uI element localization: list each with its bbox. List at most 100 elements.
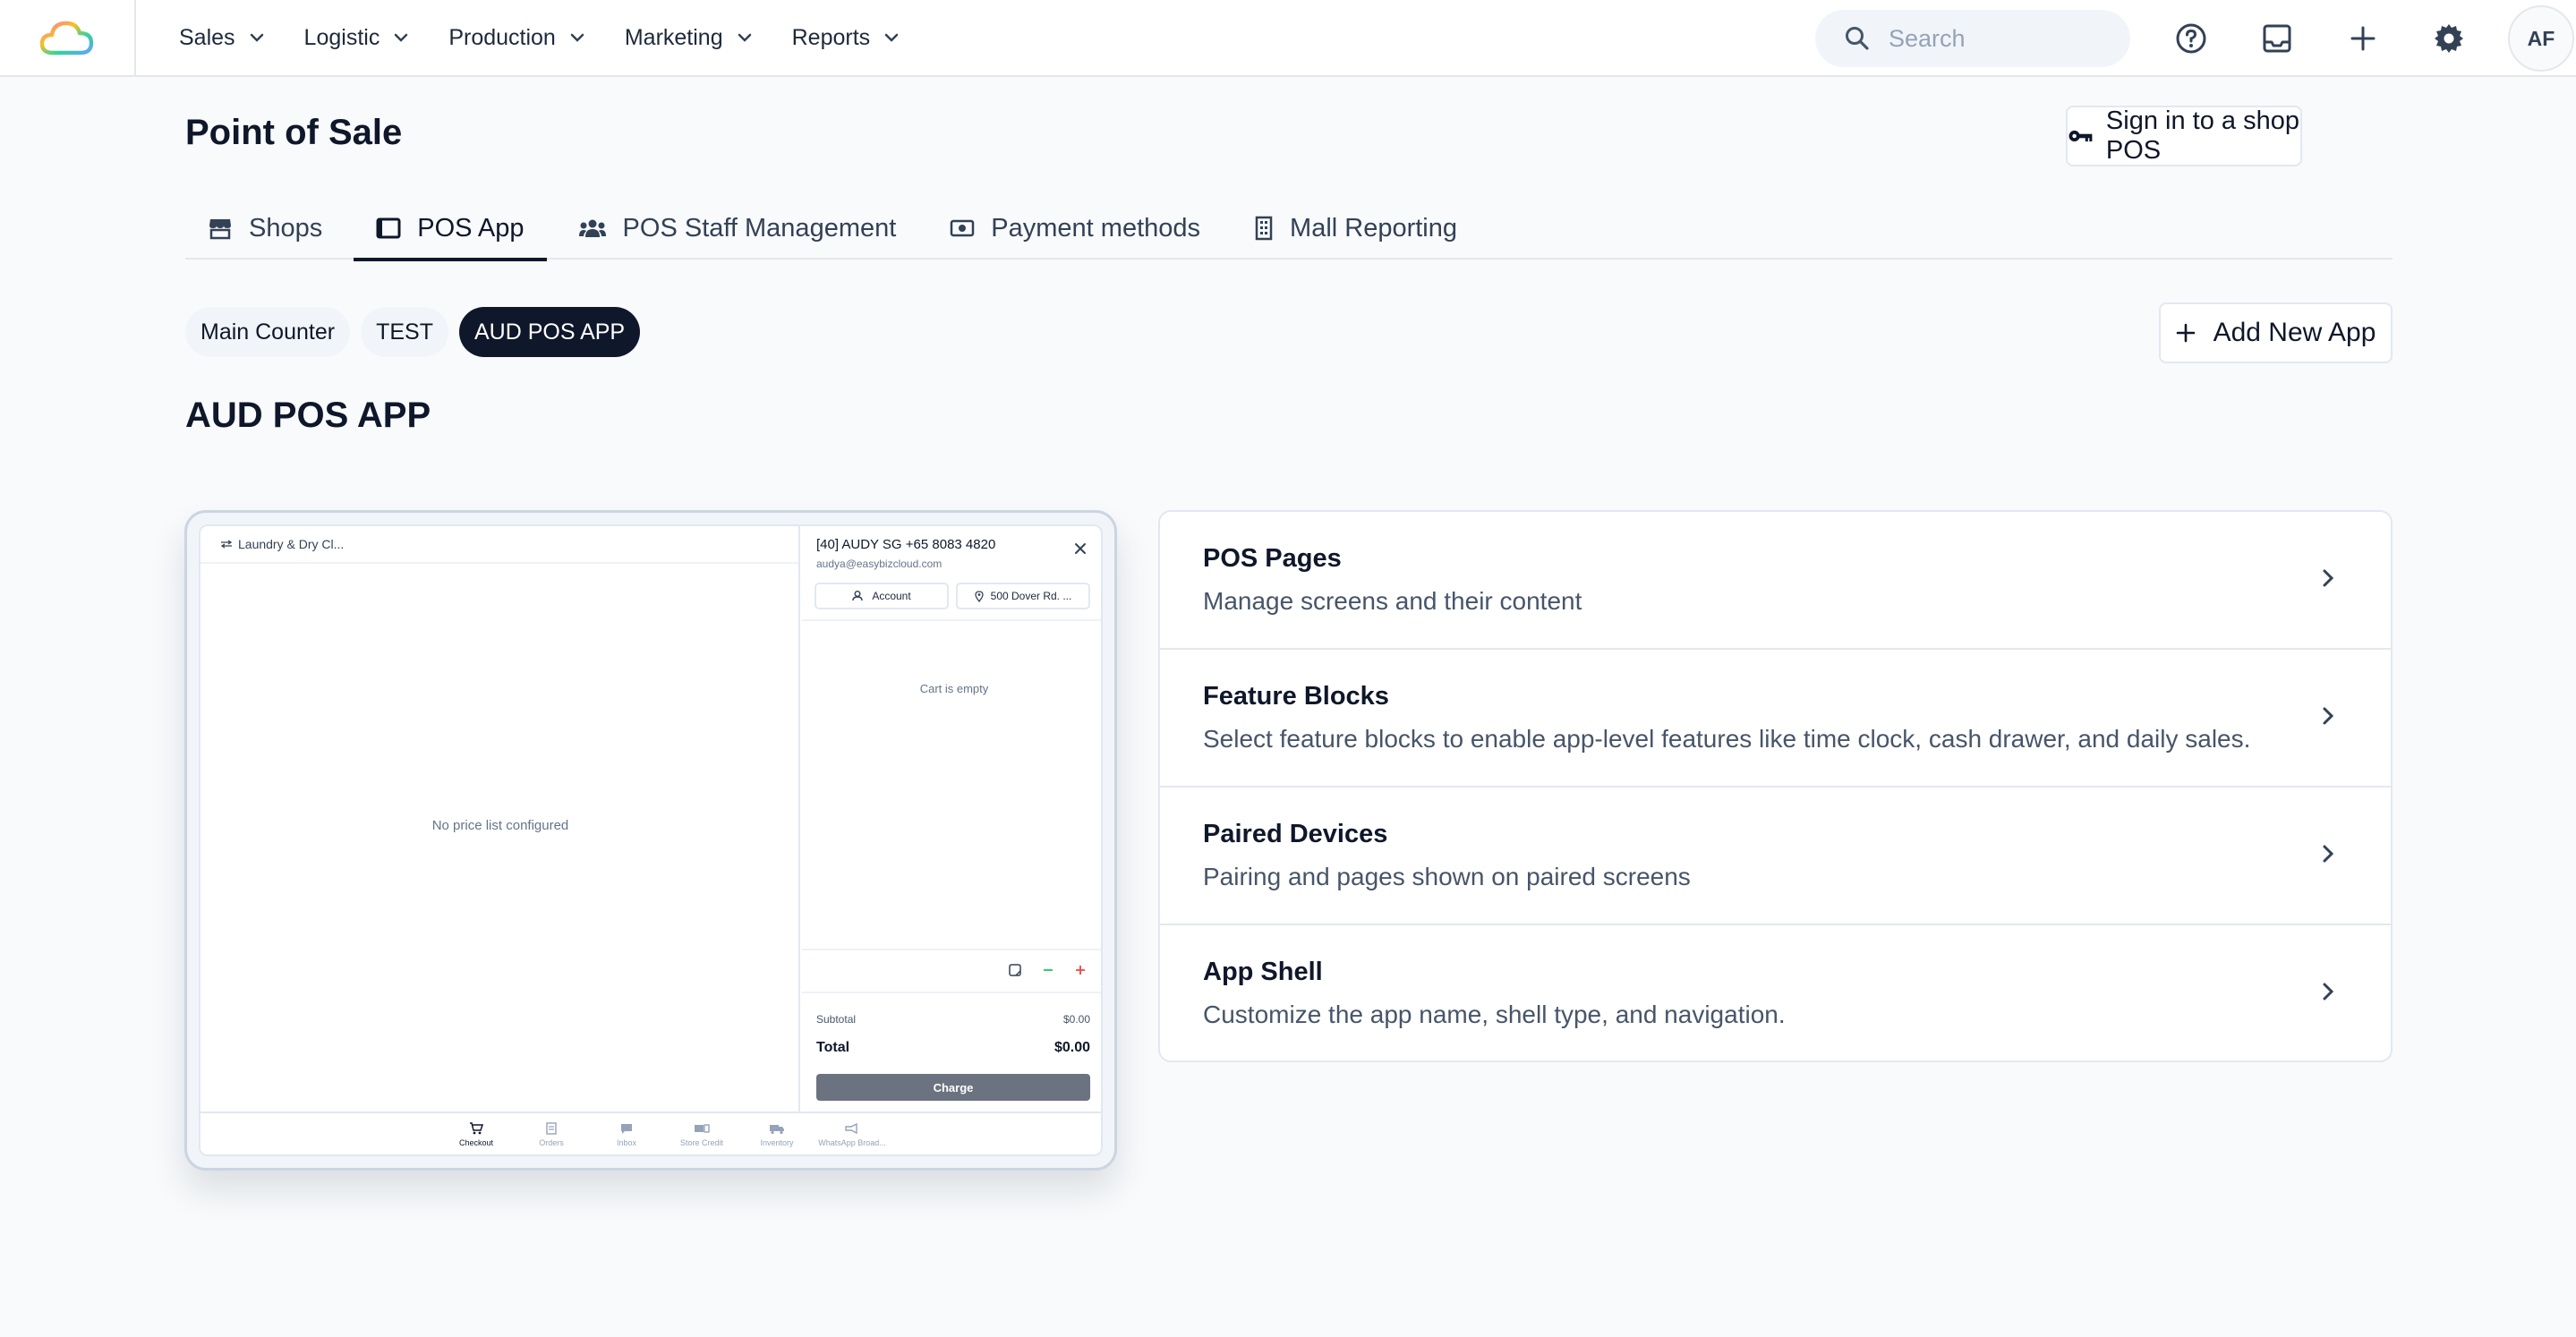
minus-icon[interactable] [1042,964,1054,976]
bottom-nav-label: Orders [539,1138,564,1147]
app-settings-list: POS Pages Manage screens and their conte… [1158,510,2393,1062]
close-icon[interactable] [1074,542,1087,555]
product-panel: Laundry & Dry Cl... No price list config… [200,526,800,1111]
inbox-icon [2263,24,2291,53]
settings-button[interactable] [2422,12,2476,65]
tab-shops[interactable]: Shops [185,197,345,260]
nav-menu-reports[interactable]: Reports [792,25,900,51]
settings-row-paired-devices[interactable]: Paired Devices Pairing and pages shown o… [1160,788,2391,925]
pos-app-chips: Main Counter TEST AUD POS APP [185,307,651,357]
chevron-right-icon [2323,569,2334,587]
subtotal-value: $0.00 [1062,1013,1090,1026]
note-icon[interactable] [1008,963,1022,977]
tab-mall-reporting[interactable]: Mall Reporting [1232,197,1480,260]
nav-menu-sales[interactable]: Sales [179,25,264,51]
settings-row-description: Select feature blocks to enable app-leve… [1203,725,2251,753]
truck-icon [770,1125,784,1135]
bottom-nav-label: Checkout [458,1138,494,1147]
no-price-list-message: No price list configured [431,818,569,833]
plus-icon [2176,323,2195,343]
settings-row-title: Feature Blocks [1203,682,1389,711]
nav-menu-label: Marketing [624,24,723,50]
chevron-right-icon [2323,983,2334,1001]
divider [802,949,1101,950]
settings-row-description: Manage screens and their content [1203,587,1582,615]
chevron-down-icon [395,33,408,42]
account-button[interactable]: Account [815,583,949,609]
bottom-nav-checkout[interactable]: Checkout [439,1122,514,1147]
nav-menu-logistic[interactable]: Logistic [304,25,409,51]
app-chip-main-counter[interactable]: Main Counter [185,307,351,357]
charge-button[interactable]: Charge [816,1074,1090,1101]
chevron-right-icon [2323,707,2334,725]
tab-pos-app[interactable]: POS App [354,197,547,261]
cart-panel: [40] AUDY SG +65 8083 4820 audya@easybiz… [802,526,1101,1111]
settings-row-pos-pages[interactable]: POS Pages Manage screens and their conte… [1160,512,2391,650]
cash-icon [951,219,975,237]
settings-row-feature-blocks[interactable]: Feature Blocks Select feature blocks to … [1160,650,2391,788]
chevron-down-icon [884,33,899,42]
account-label: Account [872,590,911,602]
chevron-down-icon [250,33,263,42]
chevron-down-icon [738,33,751,42]
settings-row-title: POS Pages [1203,544,1342,573]
search-input[interactable] [1889,24,2112,53]
settings-row-app-shell[interactable]: App Shell Customize the app name, shell … [1160,925,2391,1060]
sign-in-label: Sign in to a shop POS [2105,106,2299,165]
add-new-app-label: Add New App [2213,318,2376,347]
tab-payment-methods[interactable]: Payment methods [927,197,1223,260]
tab-label: Shops [249,213,323,243]
tab-pos-staff-management[interactable]: POS Staff Management [556,197,919,260]
nav-menu-marketing[interactable]: Marketing [625,25,752,51]
bottom-nav-orders[interactable]: Orders [514,1122,589,1147]
key-icon [2068,130,2093,142]
app-chip-test[interactable]: TEST [361,307,448,357]
bottom-nav-label: Inventory [760,1138,794,1147]
sign-in-shop-pos-button[interactable]: Sign in to a shop POS [2066,106,2302,166]
tab-label: Mall Reporting [1290,213,1458,243]
settings-row-title: App Shell [1203,958,1323,986]
chevron-down-icon [570,33,584,42]
pos-bottom-nav: Checkout Orders Inbox Store Credit Inven… [200,1111,1101,1154]
location-pin-icon [974,590,984,602]
search-icon [1846,27,1869,50]
avatar[interactable]: AF [2508,5,2574,72]
nav-actions: AF [1815,0,2576,77]
total-value: $0.00 [1053,1040,1090,1055]
cloud-logo-icon[interactable] [39,19,95,56]
nav-menu-label: Logistic [303,24,380,50]
nav-menu-label: Production [448,24,556,50]
orders-icon [546,1122,557,1135]
chat-icon [621,1124,632,1134]
address-button[interactable]: 500 Dover Rd. ... [956,583,1090,609]
location-label: Laundry & Dry Cl... [238,537,345,551]
inbox-button[interactable] [2250,12,2304,65]
create-button[interactable] [2336,12,2390,65]
settings-row-title: Paired Devices [1203,820,1388,848]
user-icon [852,591,864,601]
app-chip-aud-pos-app[interactable]: AUD POS APP [458,307,641,357]
nav-menus: Sales Logistic Production Marketing Repo… [179,25,939,51]
building-icon [1255,216,1273,241]
gear-icon [2435,24,2463,53]
customer-name: [40] AUDY SG +65 8083 4820 [816,537,996,552]
help-circle-icon [2176,23,2206,54]
switch-arrows-icon [220,540,233,549]
total-label: Total [816,1040,850,1055]
page-title: Point of Sale [185,113,403,152]
add-new-app-button[interactable]: Add New App [2159,302,2393,363]
search-box[interactable] [1815,10,2130,67]
bottom-nav-inbox[interactable]: Inbox [589,1122,664,1147]
bottom-nav-label: Store Credit [679,1138,724,1147]
nav-menu-production[interactable]: Production [448,25,584,51]
location-switcher[interactable]: Laundry & Dry Cl... [200,526,798,564]
bottom-nav-inventory[interactable]: Inventory [739,1122,815,1147]
address-label: 500 Dover Rd. ... [990,590,1072,602]
bottom-nav-store-credit[interactable]: Store Credit [664,1122,739,1147]
plus-icon[interactable] [1074,964,1087,976]
bottom-nav-whatsapp-broadcast[interactable]: WhatsApp Broad... [815,1122,890,1147]
tablet-icon [376,217,401,239]
cart-empty-message: Cart is empty [919,682,989,695]
pos-device-preview: Laundry & Dry Cl... No price list config… [184,510,1117,1171]
help-button[interactable] [2164,12,2218,65]
